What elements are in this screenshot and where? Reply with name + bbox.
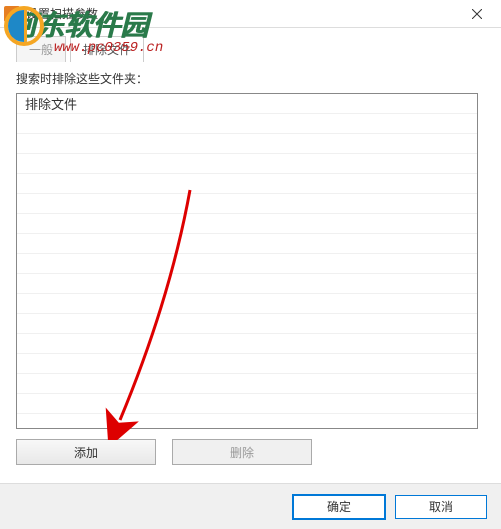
app-icon	[4, 6, 20, 22]
list-empty-line	[17, 394, 477, 414]
list-empty-line	[17, 374, 477, 394]
cancel-button[interactable]: 取消	[395, 495, 487, 519]
window-title: 设置扫描参数	[26, 5, 457, 22]
close-icon	[472, 9, 482, 19]
exclude-listbox[interactable]: 排除文件	[16, 93, 478, 429]
list-empty-line	[17, 114, 477, 134]
list-empty-line	[17, 414, 477, 429]
title-bar: 设置扫描参数	[0, 0, 501, 28]
list-empty-line	[17, 334, 477, 354]
list-empty-line	[17, 294, 477, 314]
list-empty-line	[17, 354, 477, 374]
list-empty-line	[17, 254, 477, 274]
list-empty-line	[17, 274, 477, 294]
delete-button[interactable]: 删除	[172, 439, 312, 465]
add-button[interactable]: 添加	[16, 439, 156, 465]
list-item[interactable]: 排除文件	[17, 94, 477, 114]
close-button[interactable]	[457, 2, 497, 26]
list-button-row: 添加 删除	[16, 439, 485, 465]
list-empty-line	[17, 314, 477, 334]
list-empty-line	[17, 154, 477, 174]
exclude-label: 搜索时排除这些文件夹：	[16, 70, 485, 87]
list-empty-line	[17, 194, 477, 214]
content-area: 搜索时排除这些文件夹： 排除文件 添加 删除	[0, 62, 501, 473]
list-empty-line	[17, 174, 477, 194]
tab-strip: 一般 排除文件	[0, 28, 501, 62]
list-empty-line	[17, 134, 477, 154]
ok-button[interactable]: 确定	[293, 495, 385, 519]
list-empty-line	[17, 234, 477, 254]
tab-general[interactable]: 一般	[16, 36, 66, 62]
list-empty-line	[17, 214, 477, 234]
dialog-footer: 确定 取消	[0, 483, 501, 529]
tab-exclude[interactable]: 排除文件	[70, 36, 144, 62]
